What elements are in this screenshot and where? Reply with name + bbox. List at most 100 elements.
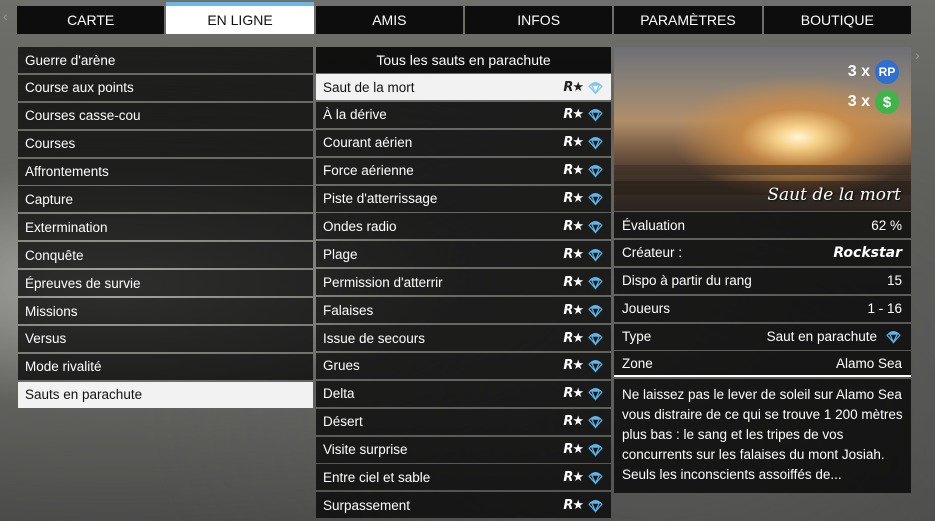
tab-5[interactable]: BOUTIQUE xyxy=(763,6,911,34)
detail-label: Type xyxy=(622,329,652,345)
jump-item[interactable]: Surpassement R★ xyxy=(316,492,611,519)
jump-item[interactable]: Grues R★ xyxy=(316,352,611,379)
tab-4[interactable]: PARAMÈTRES xyxy=(614,6,762,34)
detail-label: Dispo à partir du rang xyxy=(622,273,752,289)
jump-label: Delta xyxy=(323,386,355,402)
parachute-icon xyxy=(588,471,603,485)
jump-icons: R★ xyxy=(563,385,604,402)
jump-label: Issue de secours xyxy=(323,330,426,346)
parachute-icon xyxy=(588,444,603,457)
rp-multiplier: 3 x RP xyxy=(848,60,899,84)
jump-item[interactable]: À la dérive R★ xyxy=(316,101,611,128)
detail-creator: Créateur : Rockstar xyxy=(614,239,911,266)
jump-item[interactable]: Courant aérien R★ xyxy=(316,129,611,156)
parachute-icon xyxy=(588,220,603,234)
cash-multiplier: 3 x $ xyxy=(848,90,899,114)
jump-item[interactable]: Falaises R★ xyxy=(316,297,611,324)
jump-icons: R★ xyxy=(563,134,604,151)
category-item[interactable]: Courses casse-cou xyxy=(18,102,313,129)
jump-label: Visite surprise xyxy=(323,442,408,458)
rockstar-verified-icon: R★ xyxy=(563,246,584,262)
jump-icons: R★ xyxy=(563,469,604,486)
detail-players: Joueurs 1 - 16 xyxy=(614,295,911,322)
jump-list: Tous les sauts en parachute Saut de la m… xyxy=(316,47,611,520)
detail-rank: Dispo à partir du rang 15 xyxy=(614,267,911,294)
detail-label: Zone xyxy=(622,355,653,371)
rockstar-verified-icon: R★ xyxy=(563,191,584,207)
detail-type: Type Saut en parachute xyxy=(614,323,911,350)
category-item[interactable]: Mode rivalité xyxy=(18,353,313,380)
parachute-icon xyxy=(588,193,603,206)
jump-item[interactable]: Piste d'atterrissage R★ xyxy=(316,185,611,212)
preview-image: 3 x RP 3 x $ Saut de la mort xyxy=(614,47,911,211)
detail-rating: Évaluation 62 % xyxy=(614,212,911,238)
rp-badge-icon: RP xyxy=(875,60,899,84)
nav-right-arrow-icon[interactable]: › xyxy=(915,47,935,63)
category-item[interactable]: Extermination xyxy=(18,214,313,241)
jump-icons: R★ xyxy=(563,441,604,458)
jump-item[interactable]: Force aérienne R★ xyxy=(316,157,611,184)
detail-label: Évaluation xyxy=(622,217,686,233)
tab-1[interactable]: EN LIGNE xyxy=(166,2,314,34)
jump-item[interactable]: Delta R★ xyxy=(316,380,611,407)
category-item[interactable]: Missions xyxy=(18,298,313,325)
jump-item[interactable]: Entre ciel et sable R★ xyxy=(316,464,611,491)
rockstar-verified-icon: R★ xyxy=(563,79,584,95)
jump-icons: R★ xyxy=(563,190,604,207)
parachute-icon xyxy=(588,388,603,402)
category-item[interactable]: Sauts en parachute xyxy=(18,381,313,408)
jump-label: À la dérive xyxy=(323,107,387,123)
category-item[interactable]: Affrontements xyxy=(18,158,313,185)
jump-item[interactable]: Issue de secours R★ xyxy=(316,325,611,352)
parachute-icon xyxy=(588,416,603,430)
category-item[interactable]: Course aux points xyxy=(18,74,313,101)
jump-label: Grues xyxy=(323,358,360,374)
detail-value: 15 xyxy=(886,273,902,289)
jump-label: Plage xyxy=(323,246,358,262)
parachute-icon xyxy=(588,137,603,151)
tab-3[interactable]: INFOS xyxy=(464,6,613,34)
category-item[interactable]: Guerre d'arène xyxy=(18,47,313,73)
preview-title: Saut de la mort xyxy=(767,185,901,205)
tab-2[interactable]: AMIS xyxy=(315,6,463,34)
parachute-icon xyxy=(588,81,603,95)
jump-icons: R★ xyxy=(563,218,604,235)
category-item[interactable]: Épreuves de survie xyxy=(18,270,313,297)
parachute-icon xyxy=(588,499,603,513)
parachute-icon xyxy=(588,276,603,290)
jump-label: Désert xyxy=(323,414,363,430)
category-item[interactable]: Courses xyxy=(18,130,313,157)
jump-icons: R★ xyxy=(563,106,604,123)
detail-value: Alamo Sea xyxy=(835,355,902,371)
rockstar-verified-icon: R★ xyxy=(563,330,584,346)
detail-label: Créateur : xyxy=(622,245,683,261)
parachute-icon xyxy=(588,360,603,374)
jump-label: Saut de la mort xyxy=(323,79,415,95)
rockstar-verified-icon: R★ xyxy=(563,386,584,402)
jump-item[interactable]: Ondes radio R★ xyxy=(316,213,611,240)
jump-icons: R★ xyxy=(563,162,604,179)
jump-label: Ondes radio xyxy=(323,218,397,234)
jump-label: Piste d'atterrissage xyxy=(323,191,438,207)
tab-bar: CARTE EN LIGNE AMIS INFOS PARAMÈTRES BOUTIQUE xyxy=(17,2,911,34)
rockstar-verified-icon: R★ xyxy=(563,302,584,318)
jump-item[interactable]: Visite surprise R★ xyxy=(316,436,611,463)
jump-item[interactable]: Permission d'atterrir R★ xyxy=(316,269,611,296)
jump-item[interactable]: Saut de la mort R★ xyxy=(316,74,611,100)
details-panel: 3 x RP 3 x $ Saut de la mort Évaluation … xyxy=(614,47,911,494)
jump-icons: R★ xyxy=(563,79,604,96)
rockstar-verified-icon: R★ xyxy=(563,469,584,485)
tab-0[interactable]: CARTE xyxy=(17,6,165,34)
category-item[interactable]: Capture xyxy=(18,186,313,213)
rockstar-verified-icon: R★ xyxy=(563,218,584,234)
category-item[interactable]: Versus xyxy=(18,325,313,352)
jump-item[interactable]: Désert R★ xyxy=(316,408,611,435)
rockstar-verified-icon: R★ xyxy=(563,358,584,374)
jump-icons: R★ xyxy=(563,274,604,291)
category-item[interactable]: Conquête xyxy=(18,242,313,269)
jump-icons: R★ xyxy=(563,330,604,347)
jump-item[interactable]: Plage R★ xyxy=(316,241,611,268)
parachute-icon xyxy=(886,331,901,344)
jump-label: Permission d'atterrir xyxy=(323,274,443,290)
description-text: Ne laissez pas le lever de soleil sur Al… xyxy=(614,379,911,494)
